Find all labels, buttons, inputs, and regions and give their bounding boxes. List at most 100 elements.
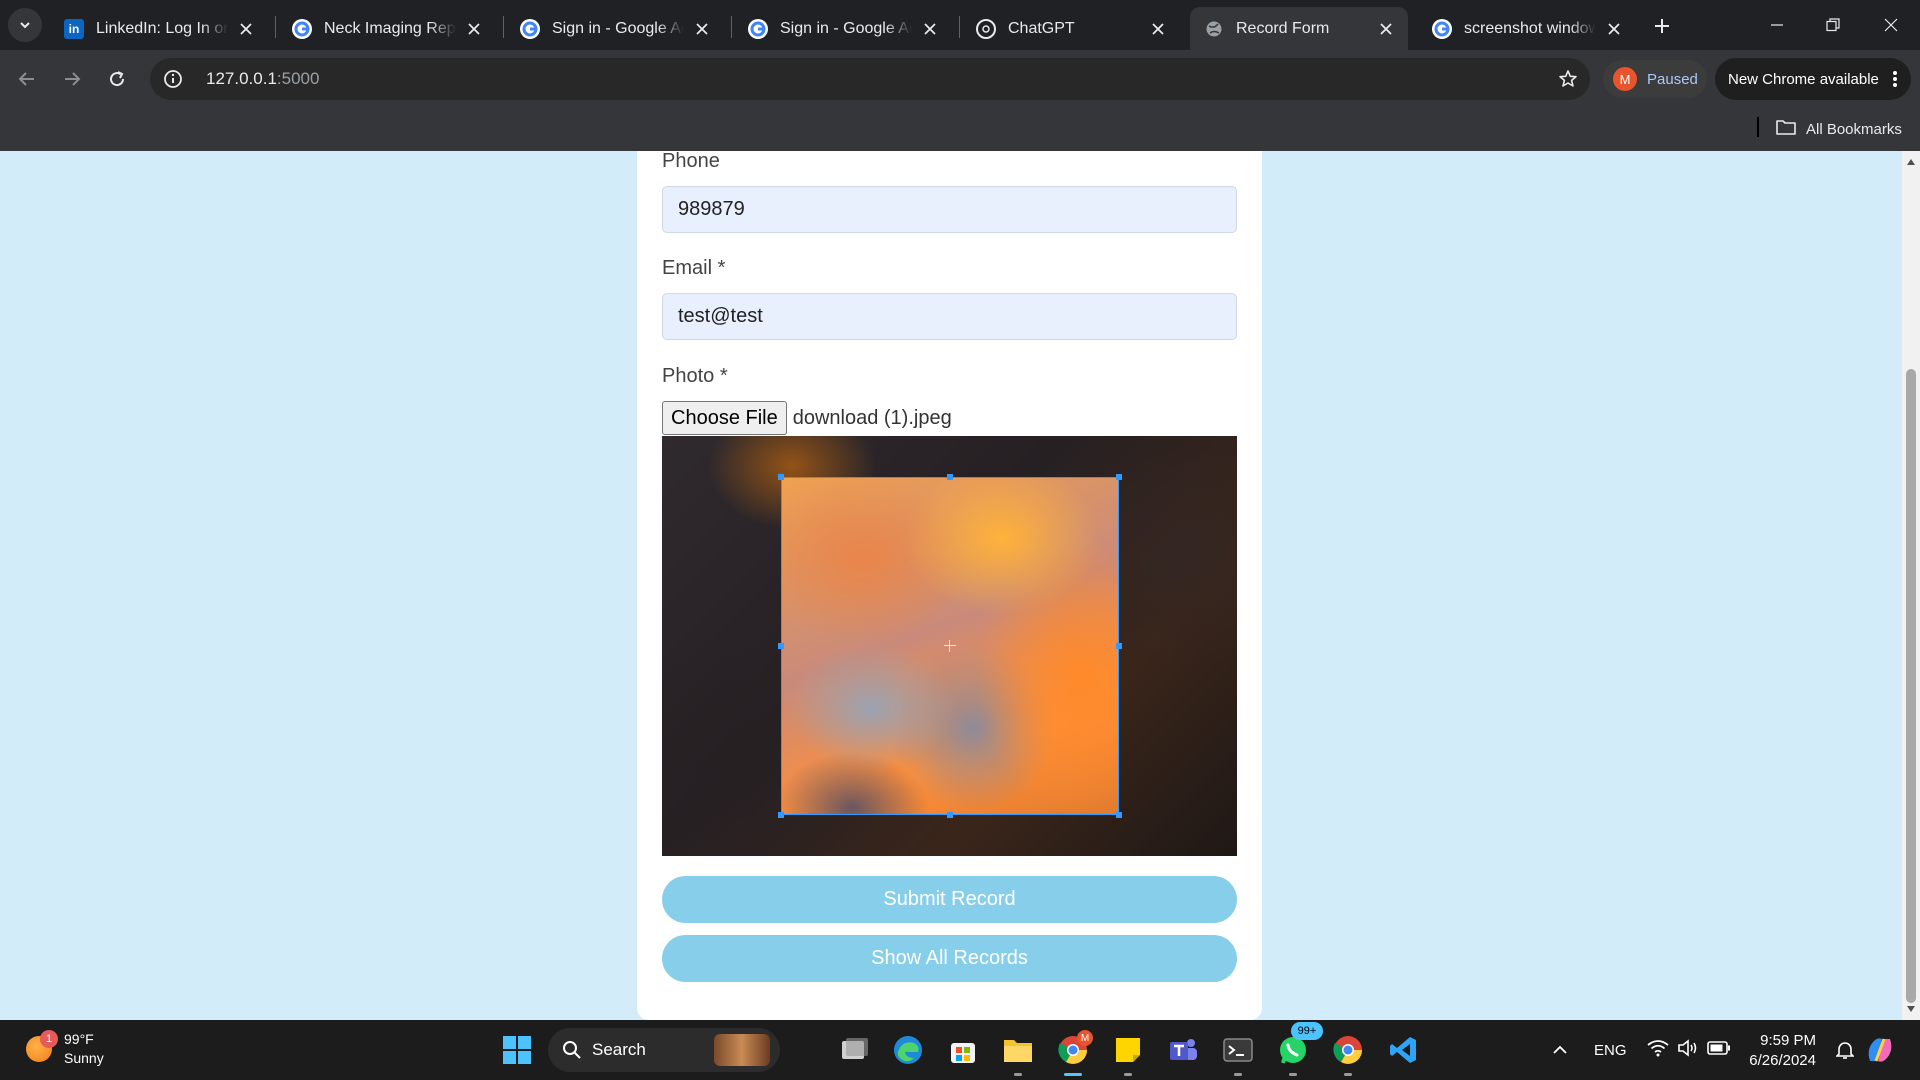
taskbar-search[interactable]: Search	[548, 1028, 780, 1072]
task-view-button[interactable]	[835, 1030, 875, 1070]
tab-divider	[731, 16, 732, 38]
all-bookmarks-button[interactable]: All Bookmarks	[1776, 116, 1902, 142]
taskbar-file-explorer[interactable]	[998, 1030, 1038, 1076]
taskbar-clock[interactable]: 9:59 PM 6/26/2024	[1746, 1031, 1816, 1071]
vscode-icon	[1390, 1037, 1416, 1063]
bookmarks-divider	[1757, 117, 1759, 137]
address-bar[interactable]: 127.0.0.1:5000	[150, 58, 1590, 100]
crop-handle-se[interactable]	[1116, 812, 1122, 818]
tab-google-sign-in-2[interactable]: Sign in - Google Accounts	[734, 7, 952, 50]
tab-screenshot-windows[interactable]: screenshot windows	[1418, 7, 1636, 50]
tab-google-sign-in-1[interactable]: Sign in - Google Accounts	[506, 7, 724, 50]
photo-file-input[interactable]: Choose File download (1).jpeg	[662, 401, 952, 435]
arrow-left-icon	[18, 72, 34, 86]
taskbar-chrome-profile-2[interactable]	[1328, 1030, 1368, 1076]
start-button[interactable]	[497, 1030, 537, 1070]
record-form-card: Phone 989879 Email * test@test Photo * C…	[637, 151, 1262, 1020]
terminal-icon	[1223, 1038, 1253, 1062]
tab-divider	[959, 16, 960, 38]
notifications-button[interactable]	[1825, 1030, 1865, 1070]
tab-linkedin[interactable]: in LinkedIn: Log In or Sign Up	[50, 7, 268, 50]
choose-file-button[interactable]: Choose File	[662, 401, 787, 435]
tab-title: Record Form	[1236, 19, 1330, 37]
reload-button[interactable]	[100, 62, 134, 96]
running-indicator	[1014, 1073, 1022, 1076]
weather-badge: 1	[40, 1030, 58, 1048]
weather-widget[interactable]: 1 99°F Sunny	[26, 1030, 104, 1068]
image-cropper[interactable]	[662, 436, 1237, 856]
crop-handle-sw[interactable]	[778, 812, 784, 818]
crop-handle-e[interactable]	[1116, 643, 1122, 649]
crop-center-marker	[944, 640, 956, 652]
tab-search-button[interactable]	[8, 8, 42, 42]
tab-record-form[interactable]: Record Form	[1190, 7, 1408, 50]
more-vert-icon	[1893, 70, 1897, 92]
taskbar-chrome[interactable]: M	[1053, 1030, 1093, 1076]
submit-record-button[interactable]: Submit Record	[662, 876, 1237, 923]
tab-chatgpt[interactable]: ChatGPT	[962, 7, 1180, 50]
close-icon	[1884, 18, 1898, 32]
all-bookmarks-label: All Bookmarks	[1806, 120, 1902, 138]
forward-button[interactable]	[55, 62, 89, 96]
copilot-button[interactable]	[1860, 1030, 1900, 1070]
photo-label: Photo *	[662, 365, 728, 387]
back-button[interactable]	[10, 62, 44, 96]
taskbar-whatsapp[interactable]: 99+	[1273, 1022, 1323, 1076]
crop-handle-s[interactable]	[947, 812, 953, 818]
tab-neck-imaging[interactable]: Neck Imaging Report	[278, 7, 496, 50]
taskbar-terminal[interactable]	[1218, 1030, 1258, 1076]
close-icon[interactable]	[692, 19, 712, 39]
store-icon	[951, 1043, 975, 1063]
bookmarks-bar: All Bookmarks	[0, 108, 1920, 151]
show-all-records-button[interactable]: Show All Records	[662, 935, 1237, 982]
phone-input[interactable]: 989879	[662, 186, 1237, 233]
crop-handle-n[interactable]	[947, 474, 953, 480]
restore-button[interactable]	[1805, 8, 1861, 42]
google-icon	[292, 18, 312, 39]
taskbar-teams[interactable]	[1163, 1030, 1203, 1070]
chevron-down-icon	[20, 22, 30, 29]
restore-icon	[1826, 18, 1840, 32]
taskbar-vscode[interactable]	[1383, 1030, 1423, 1070]
profile-button[interactable]: M Paused	[1603, 60, 1707, 98]
close-window-button[interactable]	[1863, 8, 1919, 42]
close-icon[interactable]	[464, 19, 484, 39]
page-scrollbar[interactable]	[1902, 151, 1920, 1020]
crop-box[interactable]	[778, 474, 1122, 818]
taskbar-store[interactable]	[943, 1030, 983, 1070]
minimize-button[interactable]	[1749, 8, 1805, 42]
taskbar-sticky-notes[interactable]	[1108, 1030, 1148, 1076]
language-indicator[interactable]: ENG	[1594, 1042, 1627, 1059]
tab-title: Neck Imaging Report	[324, 19, 456, 37]
email-input[interactable]: test@test	[662, 293, 1237, 340]
taskbar-edge[interactable]	[888, 1030, 928, 1070]
tab-divider	[275, 16, 276, 38]
close-icon[interactable]	[920, 19, 940, 39]
wifi-icon[interactable]	[1646, 1039, 1669, 1061]
close-icon[interactable]	[1376, 19, 1396, 39]
scrollbar-thumb[interactable]	[1906, 369, 1916, 1003]
running-indicator	[1124, 1073, 1132, 1076]
crop-handle-ne[interactable]	[1116, 474, 1122, 480]
bookmark-star-icon[interactable]	[1556, 67, 1580, 91]
crop-handle-w[interactable]	[778, 643, 784, 649]
tab-title: Sign in - Google Accounts	[552, 19, 684, 37]
chrome-update-button[interactable]: New Chrome available	[1715, 58, 1911, 100]
phone-label: Phone	[662, 151, 720, 172]
close-icon[interactable]	[1604, 19, 1624, 39]
volume-icon[interactable]	[1677, 1039, 1699, 1061]
chevron-up-icon[interactable]	[1548, 1045, 1572, 1055]
scroll-up-icon[interactable]	[1906, 157, 1916, 167]
new-tab-button[interactable]	[1648, 12, 1676, 40]
system-tray: ENG	[1548, 1020, 1731, 1080]
site-info-icon[interactable]	[162, 68, 184, 90]
crop-handle-nw[interactable]	[778, 474, 784, 480]
google-icon	[520, 18, 540, 39]
url-text[interactable]: 127.0.0.1:5000	[206, 69, 319, 89]
running-indicator	[1064, 1073, 1082, 1076]
page-viewport: Phone 989879 Email * test@test Photo * C…	[0, 151, 1920, 1020]
battery-icon[interactable]	[1706, 1041, 1731, 1059]
scroll-down-icon[interactable]	[1906, 1004, 1916, 1014]
close-icon[interactable]	[1148, 19, 1168, 39]
close-icon[interactable]	[236, 19, 256, 39]
